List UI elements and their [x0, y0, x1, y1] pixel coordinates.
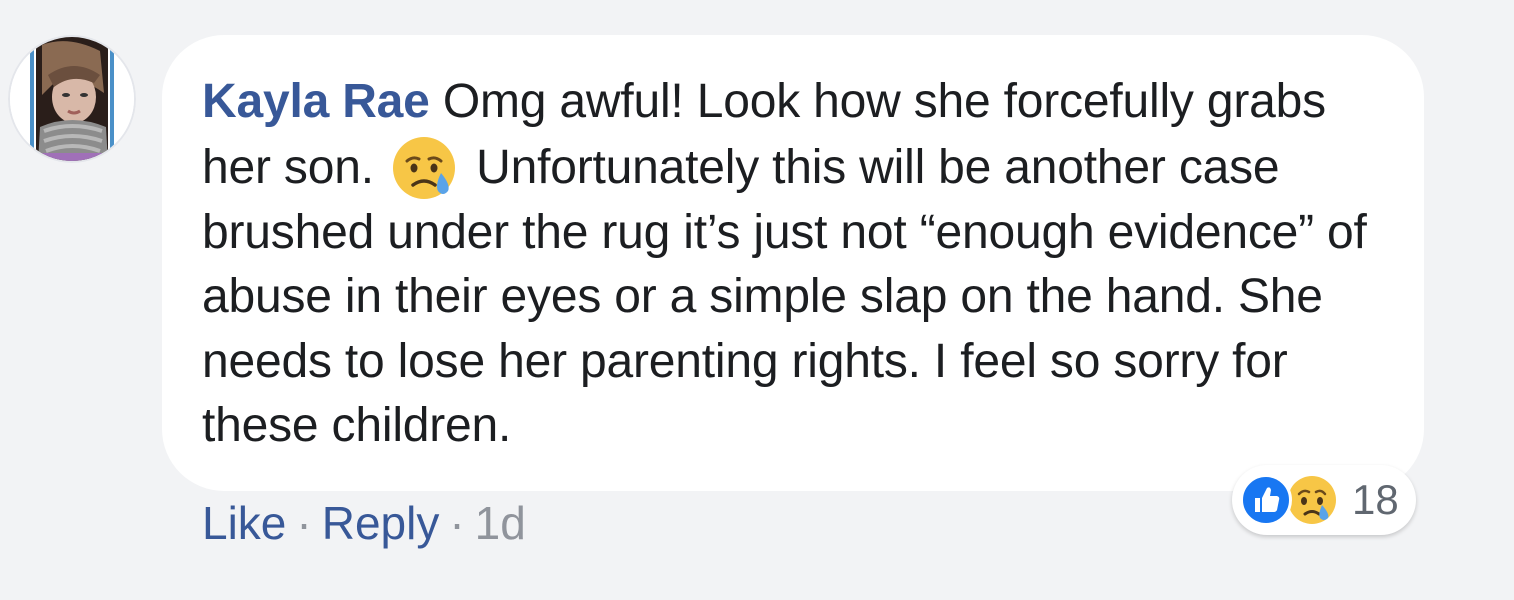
separator-dot: · [296, 497, 312, 549]
separator-dot: · [449, 497, 465, 549]
comment-author-link[interactable]: Kayla Rae [202, 75, 430, 128]
reply-link[interactable]: Reply [322, 497, 440, 549]
comment-text-part2: Unfortunately this will be another case … [202, 140, 1367, 453]
like-link[interactable]: Like [202, 497, 286, 549]
avatar[interactable] [8, 35, 136, 163]
comment-timestamp[interactable]: 1d [475, 497, 526, 549]
crying-face-icon [391, 135, 457, 201]
comment-body: Kayla Rae Omg awful! Look how she forcef… [202, 70, 1382, 459]
sad-icon [1286, 474, 1338, 526]
comment-actions: Like · Reply · 1d [202, 493, 526, 553]
like-icon [1240, 474, 1292, 526]
reactions-summary[interactable]: 18 [1232, 465, 1416, 535]
reaction-count: 18 [1352, 476, 1399, 523]
